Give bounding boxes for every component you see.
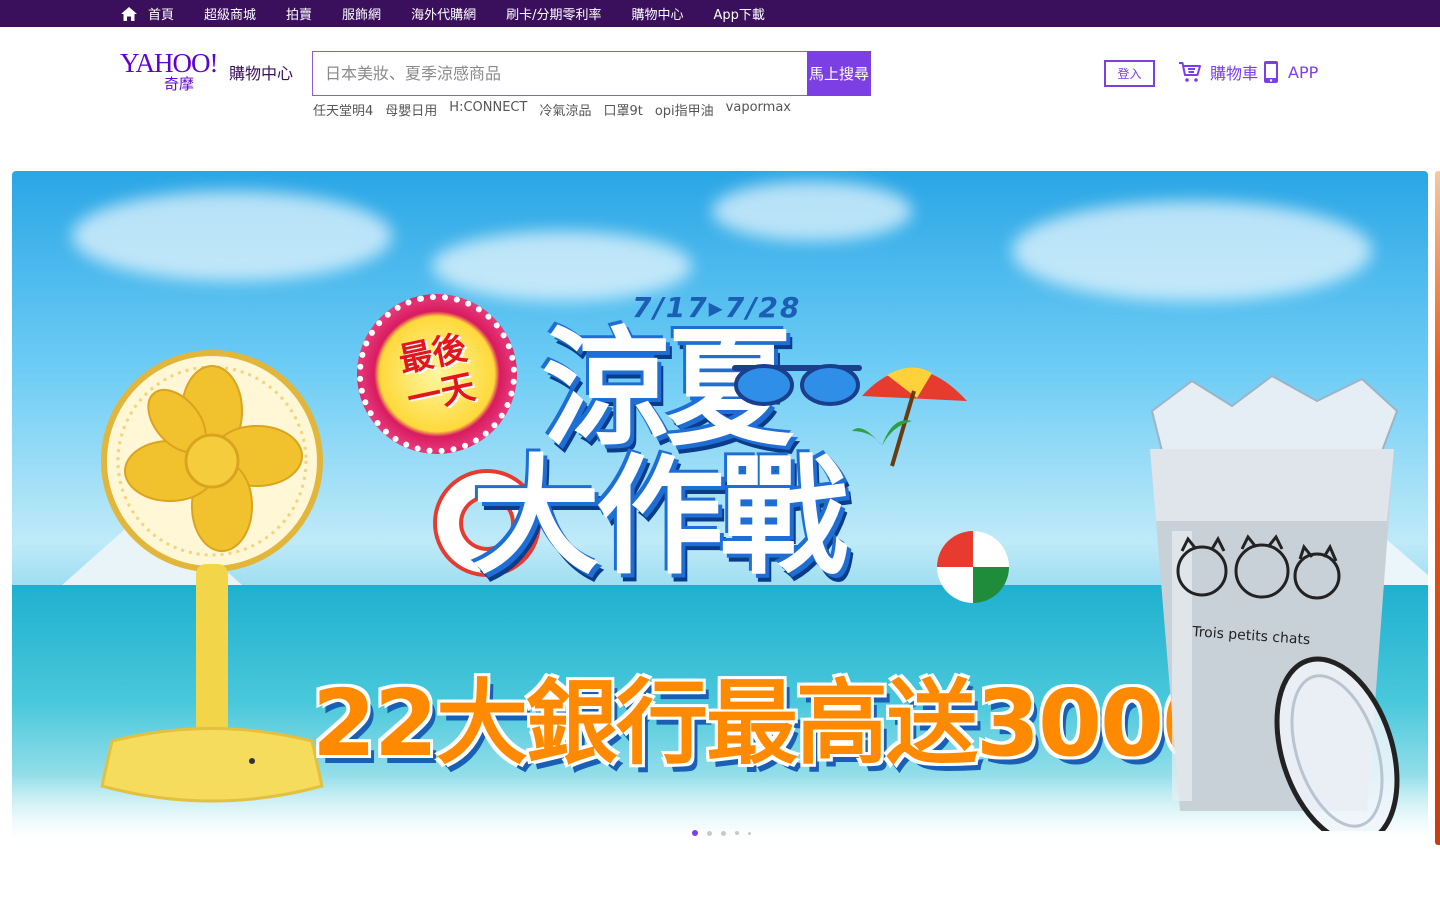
top-nav-items: 首頁 超級商城 拍賣 服飾網 海外代購網 刷卡/分期零利率 購物中心 App下載 [120,0,795,27]
hot-keyword[interactable]: 口罩9t [603,100,642,119]
topnav-item-home-label: 首頁 [148,8,175,23]
tumbler-cup-image: Trois petits chats [1150,374,1400,831]
carousel-dot[interactable] [692,830,698,836]
carousel-dot[interactable] [748,831,751,835]
hot-keyword[interactable]: opi指甲油 [655,100,714,119]
topnav-item-shopping-center[interactable]: 購物中心 [631,0,683,27]
sunglasses-icon [732,364,862,406]
cart-label: 購物車 [1210,64,1259,83]
beach-umbrella-icon [852,367,967,467]
hot-keyword[interactable]: 冷氣涼品 [539,100,591,119]
cloud-decoration [1012,201,1372,301]
topnav-item-superstore[interactable]: 超級商城 [204,0,256,27]
promo-title-line-2: 大作戰 [472,443,848,592]
carousel-dot[interactable] [735,831,739,835]
topnav-item-overseas[interactable]: 海外代購網 [411,0,476,27]
search-button[interactable]: 馬上搜尋 [807,51,871,96]
logo-section: 購物中心 [229,64,294,83]
cloud-decoration [72,191,392,281]
carousel-dot[interactable] [721,830,726,836]
hot-keyword[interactable]: 母嬰日用 [385,100,437,119]
promo-banner[interactable]: 最後 一天 7/17▸7/28 涼夏 大作戰 22大銀行最高送3000 Troi… [12,171,1428,845]
hot-keyword[interactable]: 任天堂明4 [313,100,373,119]
top-nav-bar: 首頁 超級商城 拍賣 服飾網 海外代購網 刷卡/分期零利率 購物中心 App下載 [0,0,1440,27]
login-button[interactable]: 登入 [1104,60,1155,87]
home-icon [121,6,137,21]
topnav-item-app-download[interactable]: App下載 [713,0,764,27]
cloud-decoration [712,181,912,241]
carousel-pagination [692,830,760,836]
search-box [312,51,808,96]
carousel-dot[interactable] [707,830,712,836]
hot-keywords: 任天堂明4 母嬰日用 H:CONNECT 冷氣涼品 口罩9t opi指甲油 va… [313,100,803,119]
topnav-item-installment[interactable]: 刷卡/分期零利率 [506,0,601,27]
promo-bank-offer: 22大銀行最高送3000 [312,670,1226,777]
cart-icon [1179,62,1201,82]
topnav-item-fashion[interactable]: 服飾網 [342,0,381,27]
next-banner-peek[interactable] [1435,171,1440,845]
search-input[interactable] [313,52,807,95]
logo-sub: 奇摩 [164,75,195,93]
app-link[interactable]: APP [1262,60,1318,84]
beach-ball-icon [937,531,1009,603]
last-day-badge: 最後 一天 [342,279,532,469]
cart-link[interactable]: 購物車 [1178,60,1258,84]
yahoo-shopping-logo[interactable]: YAHOO! 奇摩 購物中心 [120,48,305,94]
app-label: APP [1288,62,1319,82]
mobile-phone-icon [1264,61,1278,83]
hot-keyword[interactable]: vapormax [726,100,791,119]
electric-fan-image [100,350,324,803]
hot-keyword[interactable]: H:CONNECT [449,100,527,119]
topnav-item-home[interactable]: 首頁 [120,0,174,27]
topnav-item-auction[interactable]: 拍賣 [286,0,312,27]
